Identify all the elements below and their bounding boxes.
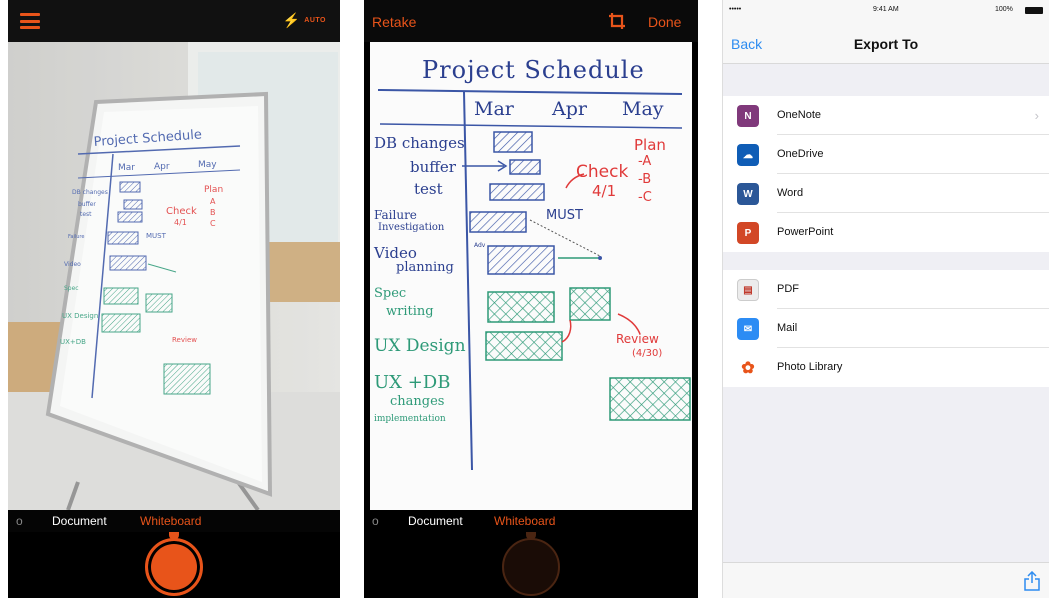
task-writing: writing: [386, 304, 434, 319]
export-option-label: Mail: [777, 322, 798, 334]
month-may: May: [622, 98, 664, 120]
export-option-label: PowerPoint: [777, 226, 834, 238]
export-option-label: Photo Library: [777, 361, 843, 373]
status-time: 9:41 AM: [873, 6, 899, 13]
flash-mode-label: AUTO: [304, 16, 326, 24]
export-option-label: Word: [777, 187, 804, 199]
photos-icon: ✿: [737, 357, 759, 379]
task-implementation: implementation: [374, 414, 446, 424]
pdf-icon: ▤: [737, 279, 759, 301]
task-test: test: [414, 180, 443, 198]
export-group-office: N OneNote › ☁ OneDrive W Word P PowerPoi…: [723, 96, 1049, 252]
page-title: Export To: [853, 36, 919, 52]
task-planning: planning: [396, 260, 454, 275]
camera-top-bar: ⚡ AUTO: [8, 0, 340, 42]
retake-button[interactable]: Retake: [372, 14, 416, 30]
export-powerpoint[interactable]: P PowerPoint: [723, 213, 1049, 252]
share-icon[interactable]: [1023, 571, 1041, 591]
navigation-bar: Back Export To: [723, 20, 1049, 64]
note-adv: Adv: [474, 242, 486, 249]
task-investigation: Investigation: [378, 222, 445, 233]
onenote-icon: N: [737, 105, 759, 127]
word-icon: W: [737, 183, 759, 205]
powerpoint-icon: P: [737, 222, 759, 244]
task-db-changes: DB changes: [374, 134, 465, 152]
board-title: Project Schedule: [422, 56, 645, 84]
note-b: -B: [638, 172, 652, 187]
menu-icon[interactable]: [20, 13, 40, 29]
note-plan: Plan: [634, 136, 666, 154]
export-photo-library[interactable]: ✿ Photo Library: [723, 348, 1049, 387]
flash-icon: ⚡: [282, 12, 301, 28]
export-word[interactable]: W Word: [723, 174, 1049, 213]
battery-percent: 100%: [995, 6, 1013, 13]
result-top-bar: Retake Done: [364, 0, 698, 42]
export-option-label: OneDrive: [777, 148, 824, 160]
carrier-signal: •••••: [729, 6, 742, 13]
mode-document[interactable]: Document: [408, 514, 463, 528]
whiteboard-photo: Project Schedule Mar Apr May DB changes …: [8, 42, 340, 510]
camera-viewfinder[interactable]: Project Schedule Mar Apr May DB changes …: [8, 42, 340, 510]
task-spec: Spec: [374, 286, 407, 301]
note-review: Review: [616, 332, 659, 346]
note-check-date: 4/1: [592, 182, 617, 200]
month-mar: Mar: [474, 98, 514, 120]
note-c: -C: [638, 190, 652, 205]
camera-screen: ⚡ AUTO Project Schedule Mar Apr May DB c…: [8, 0, 340, 598]
shutter-button-disabled: [502, 538, 560, 596]
capture-mode-bar: o Document Whiteboard: [8, 510, 340, 532]
chevron-right-icon: ›: [1034, 108, 1039, 123]
shutter-button[interactable]: [145, 538, 203, 596]
task-failure: Failure: [374, 208, 417, 222]
cleaned-whiteboard: Project Schedule Mar Apr May DB changes …: [370, 42, 692, 510]
note-must: MUST: [546, 208, 583, 223]
note-check: Check: [576, 162, 629, 182]
task-ux-design: UX Design: [374, 336, 466, 356]
export-mail[interactable]: ✉ Mail: [723, 309, 1049, 348]
export-option-label: PDF: [777, 283, 799, 295]
result-screen: Retake Done Project Schedule Mar Apr May…: [364, 0, 698, 598]
result-mode-bar: o Document Whiteboard: [364, 510, 698, 532]
onedrive-icon: ☁: [737, 144, 759, 166]
mode-document[interactable]: Document: [52, 514, 107, 528]
note-a: -A: [638, 154, 652, 169]
camera-bottom-bar: [8, 532, 340, 598]
export-option-label: OneNote: [777, 109, 822, 121]
mode-whiteboard[interactable]: Whiteboard: [140, 514, 201, 528]
note-review-date: (4/30): [632, 348, 663, 359]
task-changes: changes: [390, 394, 445, 409]
export-group-other: ▤ PDF ✉ Mail ✿ Photo Library: [723, 270, 1049, 387]
status-bar: ••••• 9:41 AM 100%: [723, 0, 1049, 20]
done-button[interactable]: Done: [648, 14, 681, 30]
result-bottom-bar: [364, 532, 698, 598]
bottom-toolbar: [723, 562, 1049, 598]
flash-toggle[interactable]: ⚡ AUTO: [283, 13, 326, 27]
mode-partial[interactable]: o: [16, 514, 23, 528]
mode-whiteboard[interactable]: Whiteboard: [494, 514, 555, 528]
month-apr: Apr: [552, 98, 587, 120]
crop-icon[interactable]: [608, 12, 626, 30]
mail-icon: ✉: [737, 318, 759, 340]
export-onedrive[interactable]: ☁ OneDrive: [723, 135, 1049, 174]
task-buffer: buffer: [410, 158, 456, 176]
battery-icon: [1025, 7, 1043, 14]
mode-partial[interactable]: o: [372, 514, 379, 528]
export-pdf[interactable]: ▤ PDF: [723, 270, 1049, 309]
export-screen: ••••• 9:41 AM 100% Back Export To N OneN…: [722, 0, 1049, 598]
task-uxdb: UX +DB: [374, 372, 451, 393]
export-onenote[interactable]: N OneNote ›: [723, 96, 1049, 135]
